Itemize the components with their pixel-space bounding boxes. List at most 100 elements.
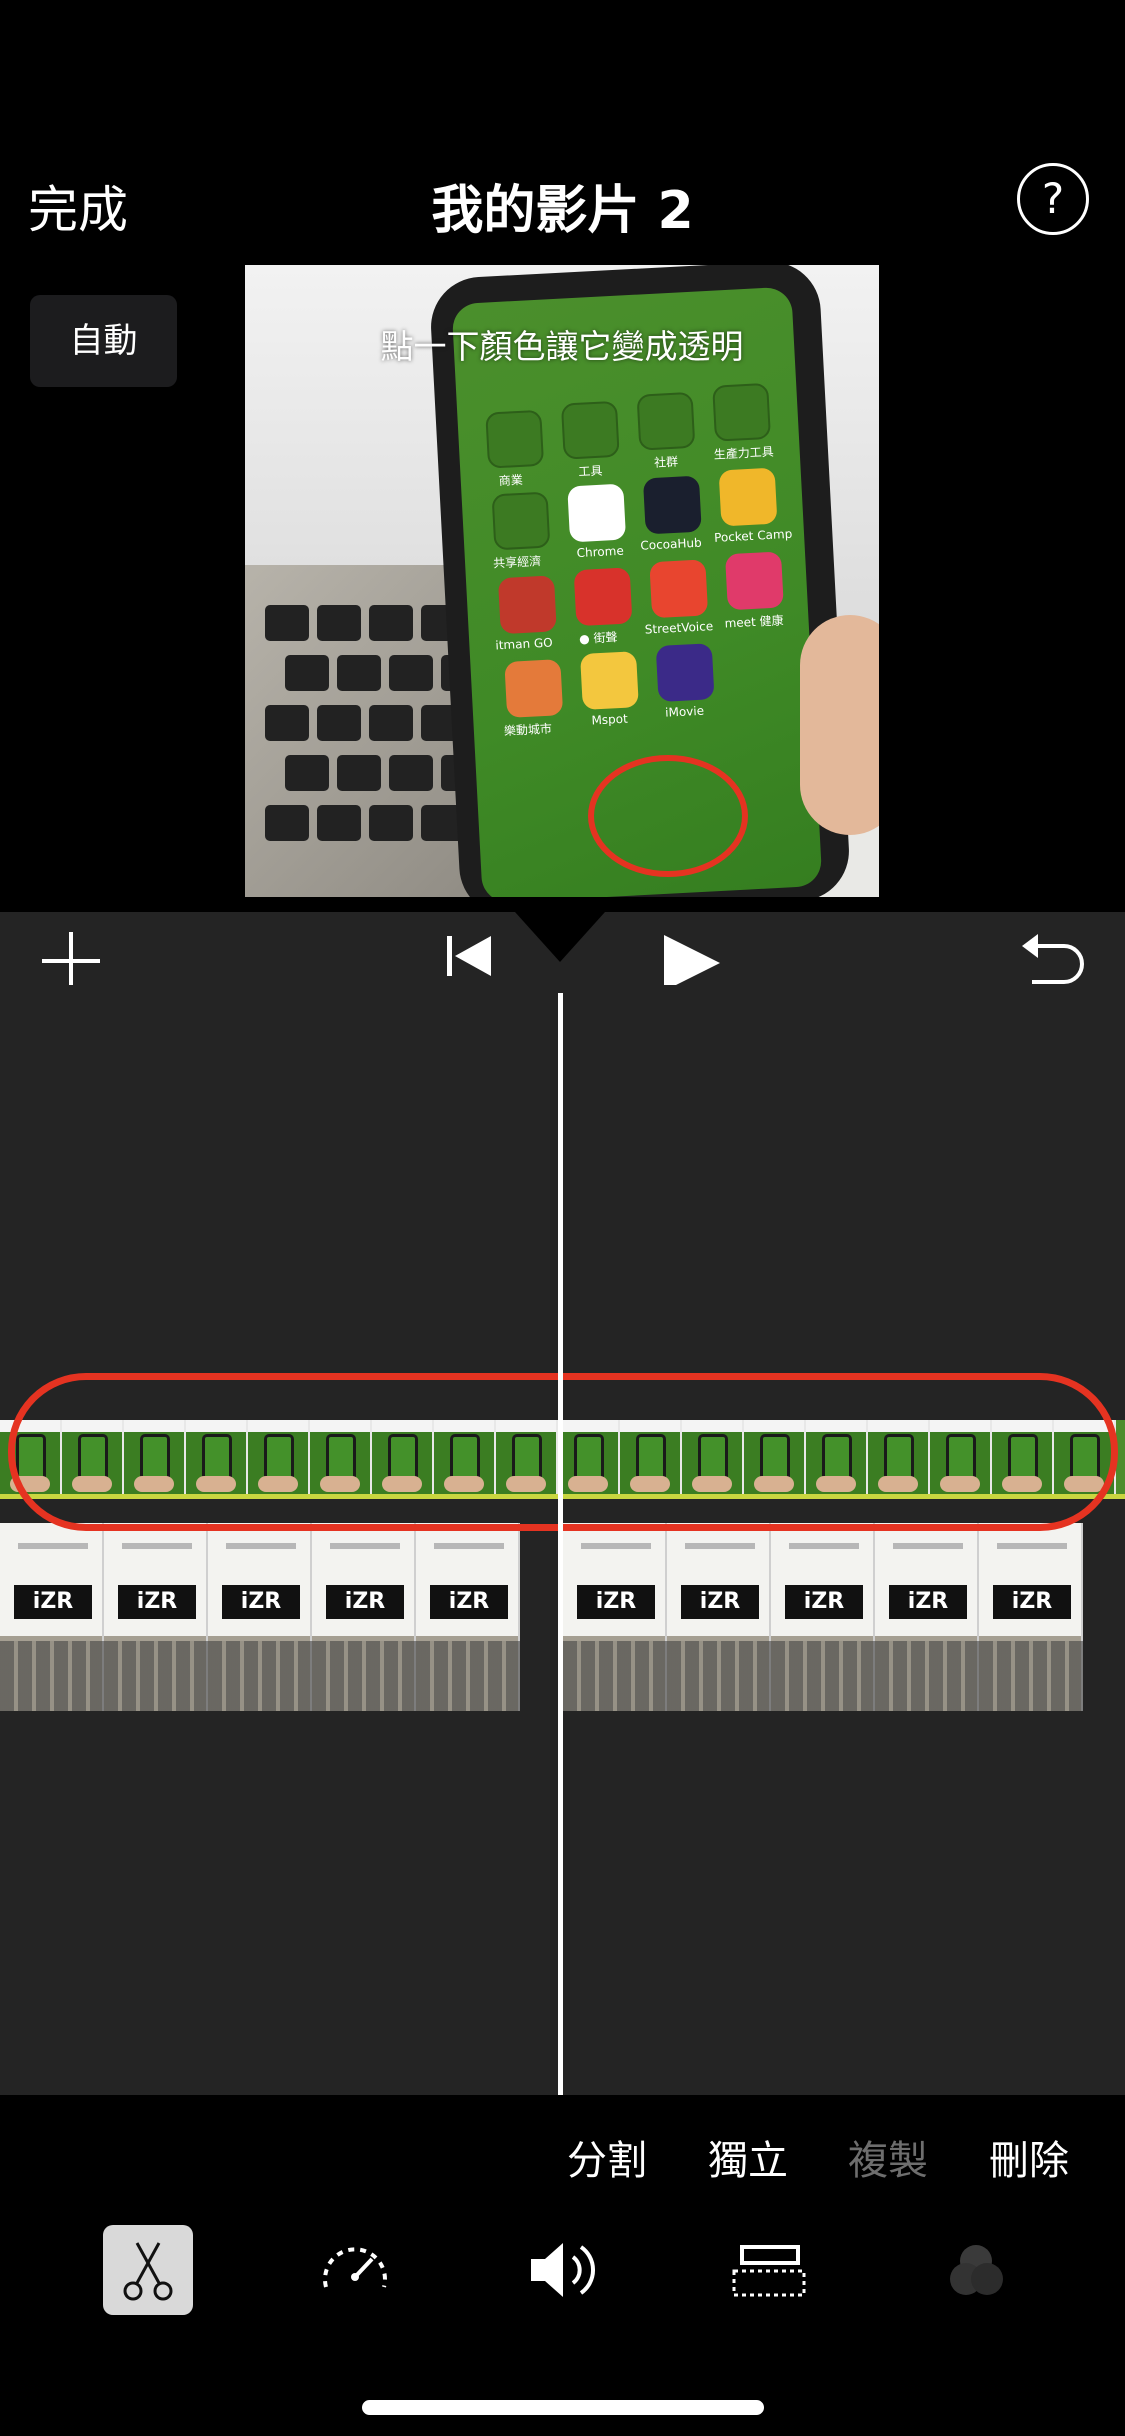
home-indicator[interactable]: [362, 2400, 764, 2415]
app-label: CocoaHub: [640, 535, 702, 553]
frame-keys: [771, 1641, 875, 1711]
cocoahub-app-icon: [642, 475, 702, 535]
highlight-circle: [588, 755, 748, 877]
volume-tool[interactable]: [517, 2225, 607, 2315]
clip-frame: iZR: [0, 1523, 104, 1711]
play-icon[interactable]: [662, 933, 722, 993]
clip-frame: iZR: [416, 1523, 520, 1711]
app-label: Mspot: [591, 711, 629, 728]
split-button[interactable]: 分割: [567, 2128, 647, 2186]
preview-key: [285, 755, 329, 791]
frame-logo: iZR: [118, 1585, 196, 1619]
frame-keys: [104, 1641, 208, 1711]
preview-key: [317, 605, 361, 641]
app-folder-icon: [491, 491, 551, 551]
app-label: meet 健康: [724, 613, 784, 631]
detach-button[interactable]: 獨立: [708, 2128, 788, 2186]
undo-icon[interactable]: [1020, 930, 1086, 990]
frame-keys: [208, 1641, 312, 1711]
app-label: 生產力工具: [713, 444, 775, 462]
frame-logo: iZR: [993, 1585, 1071, 1619]
project-title: 我的影片 2: [431, 181, 694, 241]
highlight-oval: [8, 1373, 1118, 1531]
app-label: 工具: [578, 463, 603, 479]
frame-doc: [685, 1543, 755, 1549]
chrome-app-icon: [567, 483, 627, 543]
streetvoice-app-icon: [649, 559, 709, 619]
preview-finger: [800, 615, 879, 835]
frame-doc: [893, 1543, 963, 1549]
frame-doc: [997, 1543, 1067, 1549]
frame-keys: [667, 1641, 771, 1711]
preview-key: [389, 655, 433, 691]
street-app-icon: [573, 567, 633, 627]
speed-tool[interactable]: [310, 2225, 400, 2315]
app-label: 社群: [653, 454, 679, 470]
duplicate-button[interactable]: 複製: [848, 2128, 928, 2186]
frame-keys: [0, 1641, 104, 1711]
app-label: itman GO: [495, 635, 553, 653]
filters-icon: [950, 2245, 1003, 2295]
app-label: 商業: [498, 472, 524, 489]
frame-logo: iZR: [785, 1585, 863, 1619]
titles-icon: [732, 2245, 806, 2297]
app-label: iMovie: [664, 703, 705, 720]
add-media-icon[interactable]: [40, 930, 102, 992]
frame-logo: iZR: [577, 1585, 655, 1619]
clip-frame: iZR: [875, 1523, 979, 1711]
preview-key: [317, 705, 361, 741]
frame-doc: [18, 1543, 88, 1549]
meet-app-icon: [724, 551, 784, 611]
clip-frame: iZR: [104, 1523, 208, 1711]
preview-key: [265, 805, 309, 841]
app-label: ● 街聲: [578, 630, 618, 647]
clip-frame: iZR: [771, 1523, 875, 1711]
frame-keys: [979, 1641, 1083, 1711]
preview-key: [369, 805, 413, 841]
app-icon: [504, 659, 564, 718]
frame-keys: [312, 1641, 416, 1711]
preview-key: [369, 705, 413, 741]
preview-key: [389, 755, 433, 791]
scissors-tool[interactable]: [103, 2225, 193, 2315]
app-label: 樂動城市: [503, 721, 553, 739]
delete-button[interactable]: 刪除: [989, 2128, 1069, 2186]
video-preview[interactable]: 商業 工具 社群 生產力工具 共享經濟 Chrome CocoaHub Pock…: [245, 265, 879, 897]
clip-frame: iZR: [667, 1523, 771, 1711]
frame-logo: iZR: [326, 1585, 404, 1619]
scissors-icon: [123, 2242, 173, 2301]
help-button[interactable]: ?: [1017, 163, 1089, 235]
preview-key: [317, 805, 361, 841]
playhead[interactable]: [558, 993, 563, 2095]
auto-button[interactable]: 自動: [30, 295, 177, 387]
app-label: Pocket Camp: [713, 526, 793, 545]
frame-logo: iZR: [430, 1585, 508, 1619]
preview-key: [285, 655, 329, 691]
frame-keys: [875, 1641, 979, 1711]
app-label: Chrome: [576, 543, 625, 561]
titles-tool[interactable]: [724, 2225, 814, 2315]
preview-key: [337, 755, 381, 791]
frame-keys: [416, 1641, 520, 1711]
preview-key: [265, 605, 309, 641]
skip-to-start-icon[interactable]: [445, 933, 495, 979]
app-folder-icon: [560, 400, 620, 460]
playhead-pointer: [515, 912, 605, 962]
volume-icon: [531, 2243, 595, 2297]
app-folder-icon: [636, 391, 696, 451]
app-icon: [497, 575, 557, 635]
frame-doc: [789, 1543, 859, 1549]
frame-logo: iZR: [889, 1585, 967, 1619]
preview-key: [337, 655, 381, 691]
frame-keys: [563, 1641, 667, 1711]
preview-key: [265, 705, 309, 741]
speed-icon: [323, 2247, 387, 2288]
frame-logo: iZR: [222, 1585, 300, 1619]
imovie-app-icon: [655, 643, 715, 703]
preview-key: [369, 605, 413, 641]
frame-doc: [122, 1543, 192, 1549]
mspot-app-icon: [580, 651, 639, 710]
filters-tool[interactable]: [931, 2225, 1021, 2315]
app-folder-icon: [485, 409, 545, 469]
frame-logo: iZR: [14, 1585, 92, 1619]
